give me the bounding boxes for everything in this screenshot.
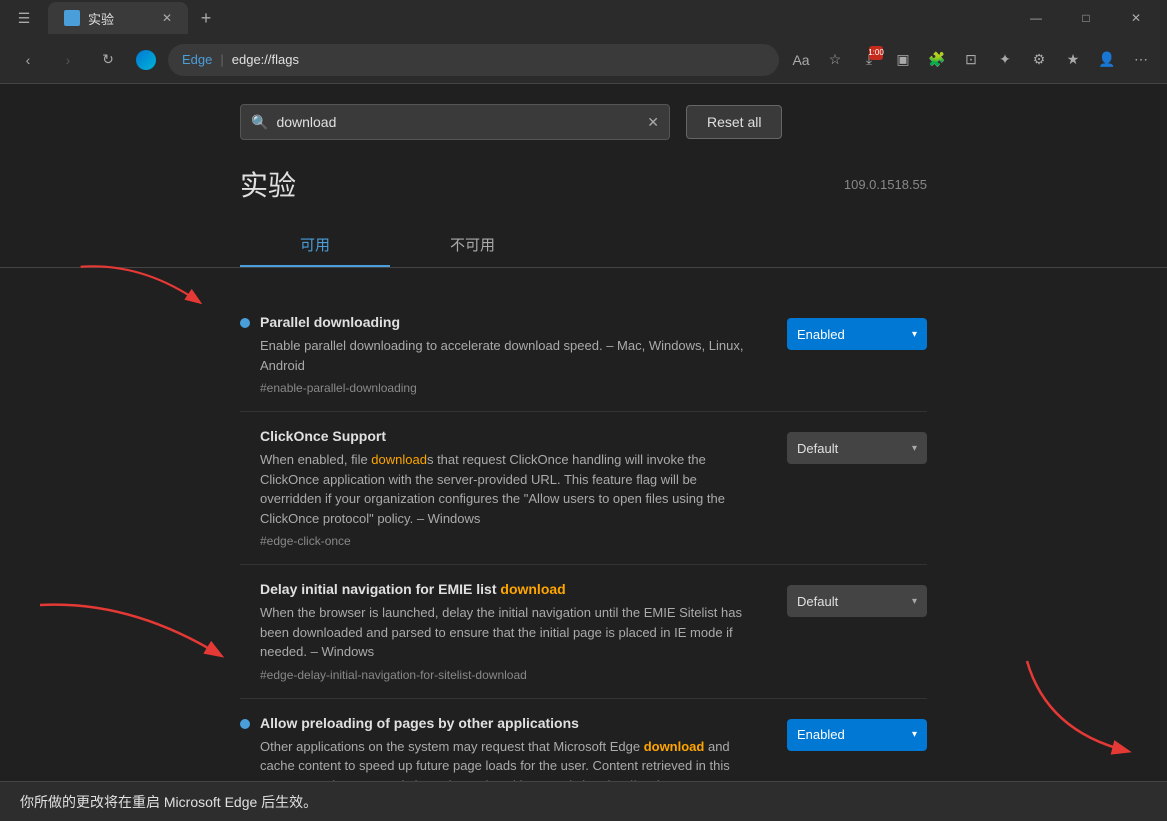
page-title: 实验 — [240, 164, 296, 204]
tab-bar: 实验 ✕ + — [48, 2, 1005, 34]
flag-desc-4: Other applications on the system may req… — [260, 737, 747, 782]
window-controls: — □ ✕ — [1013, 2, 1159, 34]
tab-unavailable[interactable]: 不可用 — [390, 224, 555, 267]
screenshot-icon[interactable]: ⊡ — [957, 46, 985, 74]
flag-dot-4 — [240, 719, 250, 729]
search-icon: 🔍 — [251, 114, 268, 131]
search-clear-button[interactable]: ✕ — [647, 114, 659, 131]
downloads-badge: 1:00 — [869, 46, 883, 60]
arrow-indicator-2 — [30, 595, 230, 675]
active-tab[interactable]: 实验 ✕ — [48, 2, 188, 34]
search-input[interactable]: download — [276, 114, 639, 130]
bottom-bar: 你所做的更改将在重启 Microsoft Edge 后生效。 — [0, 781, 1167, 821]
flag-content-3: Delay initial navigation for EMIE list d… — [240, 581, 747, 682]
main-content: 🔍 download ✕ Reset all 实验 109.0.1518.55 … — [0, 84, 1167, 781]
flag-dot-1 — [240, 318, 250, 328]
downloads-icon[interactable]: ⤓ 1:00 — [855, 46, 883, 74]
edge-logo — [132, 46, 160, 74]
edge-logo-shape — [136, 50, 156, 70]
forward-button[interactable]: › — [52, 44, 84, 76]
chevron-down-icon-3: ▾ — [912, 596, 917, 607]
flag-select-1[interactable]: Enabled ▾ — [787, 318, 927, 350]
flag-title-highlight-3: download — [500, 581, 565, 597]
reset-all-button[interactable]: Reset all — [686, 105, 782, 139]
titlebar: ☰ 实验 ✕ + — □ ✕ — [0, 0, 1167, 36]
flag-title-2: ClickOnce Support — [260, 428, 747, 444]
flag-link-3[interactable]: #edge-delay-initial-navigation-for-sitel… — [260, 668, 747, 682]
edge-label: Edge — [182, 52, 212, 67]
address-bar[interactable]: Edge | edge://flags — [168, 44, 779, 76]
maximize-button[interactable]: □ — [1063, 2, 1109, 34]
flag-desc-3: When the browser is launched, delay the … — [260, 603, 747, 662]
flag-content-1: Parallel downloading Enable parallel dow… — [240, 314, 747, 395]
flag-dot-3 — [240, 585, 250, 595]
arrow-indicator-1 — [60, 258, 215, 328]
flag-desc-highlight-2: download — [371, 452, 427, 467]
search-box[interactable]: 🔍 download ✕ — [240, 104, 670, 140]
flag-desc-2: When enabled, file downloads that reques… — [260, 450, 747, 528]
flag-text-3: Delay initial navigation for EMIE list d… — [260, 581, 747, 682]
flag-dot-2 — [240, 432, 250, 442]
close-button[interactable]: ✕ — [1113, 2, 1159, 34]
flag-item-clickonce: ClickOnce Support When enabled, file dow… — [240, 412, 927, 565]
flag-select-3[interactable]: Default ▾ — [787, 585, 927, 617]
version-label: 109.0.1518.55 — [844, 177, 927, 192]
flag-title-4: Allow preloading of pages by other appli… — [260, 715, 747, 731]
chevron-down-icon-4: ▾ — [912, 729, 917, 740]
nav-icons: Aa ☆ ⤓ 1:00 ▣ 🧩 ⊡ ✦ ⚙ ★ 👤 ⋯ — [787, 46, 1155, 74]
address-text: edge://flags — [232, 52, 299, 67]
navbar: ‹ › ↻ Edge | edge://flags Aa ☆ ⤓ 1:00 ▣ … — [0, 36, 1167, 84]
page-header: 实验 109.0.1518.55 — [0, 164, 1167, 204]
flag-title-1: Parallel downloading — [260, 314, 747, 330]
flag-text-1: Parallel downloading Enable parallel dow… — [260, 314, 747, 395]
address-divider: | — [220, 52, 223, 67]
flag-content-4: Allow preloading of pages by other appli… — [240, 715, 747, 782]
arrow-indicator-3 — [1017, 651, 1137, 771]
chevron-down-icon-2: ▾ — [912, 443, 917, 454]
titlebar-left: ☰ — [8, 2, 40, 34]
reader-icon[interactable]: Aa — [787, 46, 815, 74]
flag-text-2: ClickOnce Support When enabled, file dow… — [260, 428, 747, 548]
search-container: 🔍 download ✕ Reset all — [0, 104, 1167, 140]
sidebar-toggle[interactable]: ☰ — [8, 2, 40, 34]
minimize-button[interactable]: — — [1013, 2, 1059, 34]
flag-desc-highlight-4: download — [644, 739, 705, 754]
flag-select-2[interactable]: Default ▾ — [787, 432, 927, 464]
new-tab-button[interactable]: + — [192, 4, 220, 32]
flag-link-2[interactable]: #edge-click-once — [260, 534, 747, 548]
flag-item-emie: Delay initial navigation for EMIE list d… — [240, 565, 927, 699]
collections-icon[interactable]: ▣ — [889, 46, 917, 74]
flag-text-4: Allow preloading of pages by other appli… — [260, 715, 747, 782]
flag-item-parallel-downloading: Parallel downloading Enable parallel dow… — [240, 298, 927, 412]
flag-item-preloading: Allow preloading of pages by other appli… — [240, 699, 927, 782]
favorites-icon[interactable]: ☆ — [821, 46, 849, 74]
flag-content-2: ClickOnce Support When enabled, file dow… — [240, 428, 747, 548]
games-icon[interactable]: ✦ — [991, 46, 1019, 74]
back-button[interactable]: ‹ — [12, 44, 44, 76]
tab-available[interactable]: 可用 — [240, 224, 390, 267]
flags-list: Parallel downloading Enable parallel dow… — [0, 298, 1167, 781]
refresh-button[interactable]: ↻ — [92, 44, 124, 76]
restart-message: 你所做的更改将在重启 Microsoft Edge 后生效。 — [20, 792, 317, 812]
extensions2-icon[interactable]: ⚙ — [1025, 46, 1053, 74]
extensions-icon[interactable]: 🧩 — [923, 46, 951, 74]
tab-favicon — [64, 10, 80, 26]
favorites2-icon[interactable]: ★ — [1059, 46, 1087, 74]
menu-icon[interactable]: ⋯ — [1127, 46, 1155, 74]
tab-close-button[interactable]: ✕ — [162, 11, 172, 25]
profile-icon[interactable]: 👤 — [1093, 46, 1121, 74]
flag-select-4[interactable]: Enabled ▾ — [787, 719, 927, 751]
flag-title-3: Delay initial navigation for EMIE list d… — [260, 581, 747, 597]
flag-desc-1: Enable parallel downloading to accelerat… — [260, 336, 747, 375]
chevron-down-icon-1: ▾ — [912, 329, 917, 340]
tab-title: 实验 — [88, 9, 114, 28]
flag-link-1[interactable]: #enable-parallel-downloading — [260, 381, 747, 395]
